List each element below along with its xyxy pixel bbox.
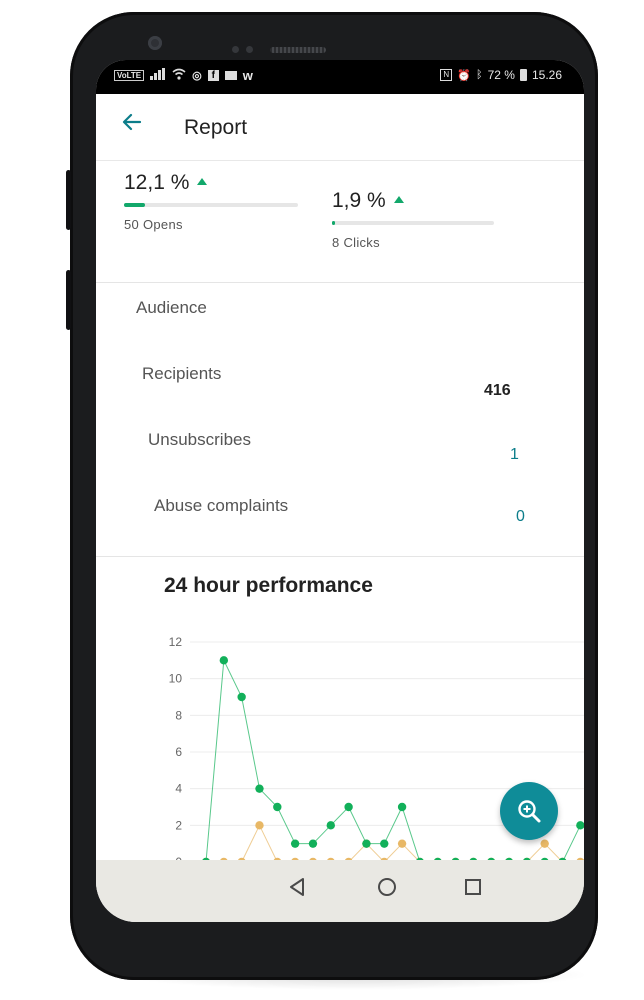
arrow-left-icon[interactable]: [120, 110, 144, 141]
opens-progress-fill: [124, 203, 145, 207]
mail-icon: [224, 71, 237, 80]
earpiece-speaker: [270, 47, 326, 53]
status-right-icons: N ⏰ ᛒ 72 % 15.26: [440, 68, 562, 82]
y-tick-label: 10: [169, 672, 183, 686]
bluetooth-icon: ᛒ: [476, 69, 483, 81]
data-point[interactable]: [237, 692, 246, 702]
battery-level: 72 %: [487, 68, 515, 82]
page-title: Report: [184, 116, 248, 139]
opens-stat: 12,1 % 50 Opens: [124, 171, 298, 232]
y-tick-label: 2: [175, 818, 182, 832]
app-bar: Report: [96, 94, 584, 160]
camera-notif-icon: ◎: [192, 70, 202, 82]
sensor-left: [232, 46, 239, 53]
opens-progress-track: [124, 203, 298, 207]
clicks-stat: 1,9 % 8 Clicks: [332, 189, 494, 250]
wifi-icon: [172, 68, 186, 83]
data-point[interactable]: [219, 656, 229, 665]
unsubscribes-label: Unsubscribes: [148, 430, 251, 449]
w-icon: w: [242, 68, 253, 83]
clock: 15.26: [531, 68, 562, 82]
sensor-right: [246, 46, 253, 53]
data-point[interactable]: [255, 821, 264, 830]
clicks-progress-fill: [332, 221, 336, 225]
data-point[interactable]: [255, 784, 264, 793]
opens-rate: 12,1 %: [124, 171, 190, 194]
data-point[interactable]: [308, 839, 318, 848]
volume-button: [66, 170, 71, 230]
stats-summary: 12,1 % 50 Opens 1,9 % 8 Clicks: [96, 160, 584, 281]
abuse-complaints-value: 0: [516, 508, 525, 525]
data-point[interactable]: [290, 839, 300, 848]
alarm-icon: ⏰: [457, 69, 471, 82]
front-camera: [148, 36, 162, 50]
facebook-icon: f: [207, 70, 219, 81]
status-left-icons: VoLTE ◎ f w: [114, 68, 253, 83]
recents-square-icon[interactable]: [462, 876, 484, 903]
clicks-rate: 1,9 %: [332, 189, 386, 212]
data-point[interactable]: [576, 821, 584, 830]
abuse-complaints-label: Abuse complaints: [154, 496, 289, 515]
data-point[interactable]: [397, 802, 407, 812]
y-tick-label: 4: [175, 782, 182, 796]
recipients-value: 416: [484, 382, 511, 399]
divider: [96, 556, 584, 557]
audience-heading: Audience: [136, 298, 207, 317]
system-nav-bar: [96, 860, 584, 922]
data-point[interactable]: [273, 802, 282, 812]
divider: [96, 282, 584, 283]
status-bar: VoLTE ◎ f w N ⏰ ᛒ 72 % 15.26: [96, 60, 584, 94]
data-point[interactable]: [326, 821, 335, 830]
battery-icon: [519, 69, 527, 81]
data-point[interactable]: [362, 839, 371, 848]
data-point[interactable]: [380, 839, 389, 848]
trend-up-icon: [197, 178, 208, 186]
y-tick-label: 8: [175, 708, 182, 722]
volte-icon: VoLTE: [114, 70, 145, 81]
power-button: [66, 270, 71, 330]
clicks-label: 8 Clicks: [332, 235, 380, 250]
trend-up-icon: [393, 196, 404, 204]
opens-label: 50 Opens: [124, 217, 183, 232]
nfc-icon: N: [440, 69, 453, 81]
home-circle-icon[interactable]: [376, 876, 398, 903]
performance-title: 24 hour performance: [164, 574, 373, 597]
screen: VoLTE ◎ f w N ⏰ ᛒ 72 % 15.26 Report 12,1…: [96, 60, 584, 922]
data-point[interactable]: [344, 802, 353, 812]
back-triangle-icon[interactable]: [286, 876, 308, 903]
unsubscribes-value: 1: [510, 446, 519, 463]
zoom-in-icon: [518, 800, 541, 823]
performance-chart: 024681012: [169, 635, 584, 869]
y-tick-label: 12: [169, 635, 183, 649]
signal-icon: [150, 68, 166, 83]
data-point[interactable]: [397, 839, 407, 848]
recipients-label: Recipients: [142, 364, 222, 383]
clicks-progress-track: [332, 221, 494, 225]
zoom-in-button[interactable]: [500, 782, 558, 840]
y-tick-label: 6: [175, 745, 182, 759]
data-point[interactable]: [540, 839, 549, 848]
